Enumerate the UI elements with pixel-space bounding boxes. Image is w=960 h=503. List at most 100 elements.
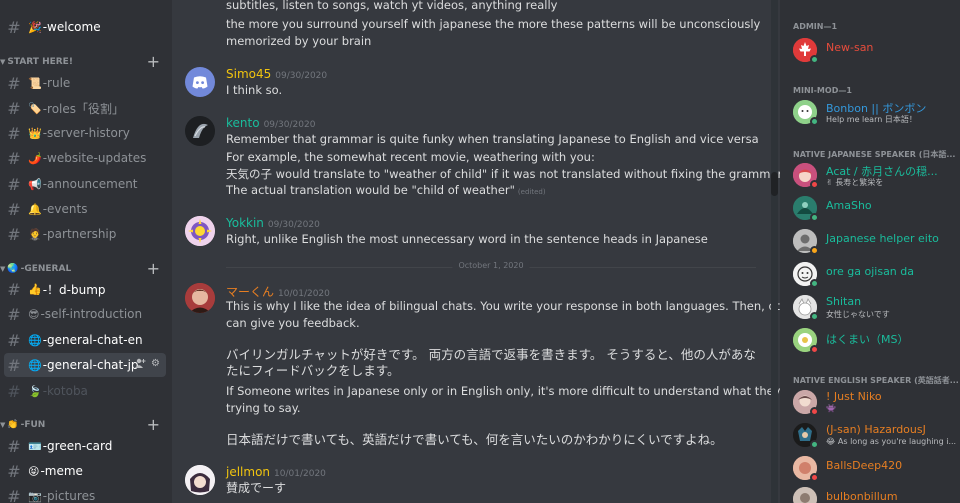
channel-label: -general-chat-jp bbox=[42, 358, 139, 372]
channel-label: -rule bbox=[42, 76, 71, 90]
hash-icon: # bbox=[7, 461, 21, 481]
member-name: ore ga ojisan da bbox=[826, 265, 914, 278]
chevron-down-icon: ▼ bbox=[0, 265, 6, 273]
channel-label: -partnership bbox=[42, 227, 117, 241]
category-emoji: 🌏 bbox=[7, 264, 19, 274]
presence-indicator bbox=[810, 312, 819, 321]
channel-server-history[interactable]: # 👑 -server-history bbox=[4, 121, 166, 145]
channel-green-card[interactable]: # 🪪 -green-card bbox=[4, 434, 166, 458]
scrollbar-thumb[interactable] bbox=[771, 172, 778, 196]
channel-label: -meme bbox=[40, 464, 83, 478]
date-divider-label: October 1, 2020 bbox=[452, 261, 530, 270]
message-text: たにフィードバックをします。 bbox=[226, 363, 400, 378]
channel-label: -！d-bump bbox=[42, 282, 106, 297]
message-text: Remember that grammar is quite funky whe… bbox=[226, 132, 759, 146]
member-item[interactable]: ore ga ojisan da bbox=[793, 262, 958, 288]
avatar[interactable] bbox=[185, 116, 215, 146]
author-name[interactable]: Simo45 bbox=[226, 67, 271, 81]
channel-emoji: 🏷️ bbox=[28, 101, 42, 115]
author-name[interactable]: マーくん bbox=[226, 285, 274, 299]
message-text: バイリンガルチャットが好きです。 両方の言語で返事を書きます。 そうすると、他の… bbox=[226, 347, 756, 362]
member-name: ! Just Niko bbox=[826, 390, 882, 403]
hash-icon: # bbox=[7, 486, 21, 503]
category-start-here[interactable]: ▼ START HERE! + bbox=[0, 54, 172, 70]
timestamp: 09/30/2020 bbox=[263, 120, 316, 130]
add-channel-icon[interactable]: + bbox=[147, 261, 160, 277]
channel-announcement[interactable]: # 📢 -announcement bbox=[4, 172, 166, 196]
channel-partnership[interactable]: # 🤵 -partnership bbox=[4, 222, 166, 246]
message-header: jellmon 10/01/2020 bbox=[226, 465, 326, 479]
channel-emoji: 📷 bbox=[28, 489, 42, 503]
member-item[interactable]: Bonbon || ボンボン Help me learn 日本語！ bbox=[793, 100, 958, 126]
channel-general-chat-en[interactable]: # 🌐 -general-chat-en bbox=[4, 328, 166, 352]
author-name[interactable]: kento bbox=[226, 116, 260, 130]
member-status-text: 👾 bbox=[826, 404, 836, 413]
hash-icon: # bbox=[7, 381, 21, 401]
avatar bbox=[793, 328, 819, 354]
member-item[interactable]: ! Just Niko 👾 bbox=[793, 390, 958, 416]
hash-icon: # bbox=[7, 304, 21, 324]
avatar[interactable] bbox=[185, 67, 215, 97]
avatar[interactable] bbox=[185, 465, 215, 495]
member-item[interactable]: bulbonbillum bbox=[793, 487, 958, 503]
gear-icon[interactable]: ⚙ bbox=[151, 358, 160, 371]
avatar bbox=[793, 390, 819, 416]
category-general[interactable]: ▼ 🌏 -GENERAL + bbox=[0, 261, 172, 277]
member-item[interactable]: (J-san) HazardousJ 😂 As long as you're l… bbox=[793, 423, 958, 449]
avatar[interactable] bbox=[185, 216, 215, 246]
member-item[interactable]: Japanese helper eito bbox=[793, 229, 958, 255]
edited-label: (edited) bbox=[517, 188, 546, 196]
invite-icon[interactable] bbox=[135, 358, 146, 371]
avatar-image bbox=[793, 487, 817, 503]
member-item[interactable]: AmaSho bbox=[793, 196, 958, 222]
channel-roles[interactable]: # 🏷️ -roles「役割」 bbox=[4, 96, 166, 120]
channel-d-bump[interactable]: # 👍 -！d-bump bbox=[4, 277, 166, 301]
category-label: -GENERAL bbox=[20, 264, 72, 274]
message-text: memorized by your brain bbox=[226, 34, 372, 48]
author-name[interactable]: jellmon bbox=[226, 465, 270, 479]
timestamp: 09/30/2020 bbox=[267, 220, 320, 230]
presence-indicator bbox=[810, 180, 819, 189]
presence-indicator bbox=[810, 55, 819, 64]
channel-label: -events bbox=[42, 202, 88, 216]
member-item[interactable]: Acat / 赤月さんの穏... ✌ 長寿と繁栄を bbox=[793, 163, 958, 189]
avatar[interactable] bbox=[185, 283, 215, 313]
member-item[interactable]: New-san bbox=[793, 38, 958, 64]
avatar-image bbox=[185, 116, 215, 146]
category-fun[interactable]: ▼ 👏 -FUN + bbox=[0, 417, 172, 433]
hash-icon: # bbox=[7, 355, 21, 375]
channel-rule[interactable]: # 📜 -rule bbox=[4, 71, 166, 95]
member-item[interactable]: Shitan 女性じゃないです bbox=[793, 295, 958, 321]
channel-website-updates[interactable]: # 🌶️ -website-updates bbox=[4, 146, 166, 170]
channel-label: -announcement bbox=[42, 177, 138, 191]
member-item[interactable]: BallsDeep420 bbox=[793, 456, 958, 482]
member-status-text: Help me learn 日本語！ bbox=[826, 115, 917, 124]
channel-pictures[interactable]: # 📷 -pictures bbox=[4, 484, 166, 503]
channel-meme[interactable]: # 😝 -meme bbox=[4, 459, 166, 483]
message-text-content: The actual translation would be "child o… bbox=[226, 183, 515, 197]
hash-icon: # bbox=[7, 148, 21, 168]
avatar bbox=[793, 229, 819, 255]
channel-general-chat-jp[interactable]: # 🌐 -general-chat-jp ⚙ bbox=[4, 353, 166, 377]
channel-kotoba[interactable]: # 🍃 -kotoba bbox=[4, 379, 166, 403]
channel-events[interactable]: # 🔔 -events bbox=[4, 197, 166, 221]
hash-icon: # bbox=[7, 17, 21, 37]
presence-indicator bbox=[810, 407, 819, 416]
channel-welcome[interactable]: # 🎉 -welcome bbox=[4, 15, 166, 39]
member-group-label: MINI-MOD—1 bbox=[793, 86, 852, 95]
member-name: AmaSho bbox=[826, 199, 872, 212]
member-item[interactable]: はくまい（MS） bbox=[793, 328, 958, 354]
channel-emoji: 🪪 bbox=[28, 439, 42, 453]
avatar-image bbox=[185, 216, 215, 246]
channel-self-introduction[interactable]: # 😎 -self-introduction bbox=[4, 302, 166, 326]
author-name[interactable]: Yokkin bbox=[226, 216, 264, 230]
member-name: bulbonbillum bbox=[826, 490, 898, 503]
timestamp: 10/01/2020 bbox=[274, 469, 326, 479]
add-channel-icon[interactable]: + bbox=[147, 417, 160, 433]
scrollbar-track[interactable] bbox=[771, 0, 778, 503]
chevron-down-icon: ▼ bbox=[0, 58, 6, 66]
presence-indicator bbox=[810, 440, 819, 449]
avatar bbox=[793, 295, 819, 321]
add-channel-icon[interactable]: + bbox=[147, 54, 160, 70]
member-list: ADMIN—1 New-san MINI-MOD—1 Bonbon || ボンボ… bbox=[780, 0, 960, 503]
